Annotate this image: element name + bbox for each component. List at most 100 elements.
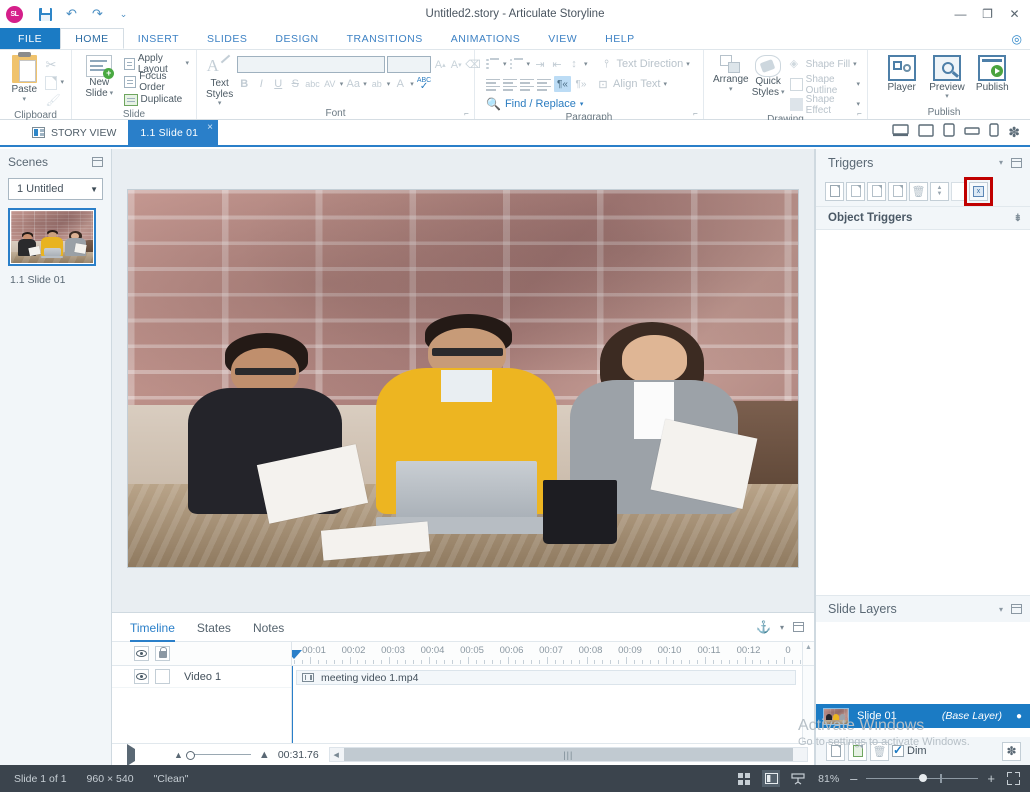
device-small-landscape-icon[interactable] (964, 125, 980, 139)
bullets-caret-icon[interactable]: ▾ (503, 61, 507, 68)
line-spacing-icon[interactable]: ↕ (567, 56, 581, 72)
redo-icon[interactable]: ↷ (89, 6, 106, 23)
scene-select-dropdown[interactable]: 1 Untitled ▼ (8, 178, 103, 200)
ribbon-tab-home[interactable]: HOME (60, 28, 124, 49)
zoom-in-timeline-icon[interactable]: ▲ (251, 749, 278, 761)
row-visibility-button[interactable] (134, 669, 149, 684)
layer-row-base[interactable]: Slide 01 (Base Layer) ● (816, 704, 1030, 728)
font-color-caret-icon[interactable]: ▾ (410, 81, 414, 88)
layers-menu-caret-icon[interactable]: ▾ (999, 605, 1003, 614)
new-layer-button[interactable] (826, 741, 845, 761)
ribbon-tab-help[interactable]: HELP (591, 28, 648, 49)
shape-outline-button[interactable]: Shape Outline ▾ (788, 74, 862, 96)
copy-caret-icon[interactable]: ▾ (60, 79, 64, 86)
timeline-row-video1[interactable]: Video 1 (112, 666, 291, 688)
show-hide-all-button[interactable] (134, 646, 149, 661)
ribbon-tab-insert[interactable]: INSERT (124, 28, 193, 49)
device-phone-icon[interactable] (989, 123, 999, 140)
shape-outline-caret-icon[interactable]: ▾ (856, 81, 860, 88)
ribbon-tab-design[interactable]: DESIGN (261, 28, 332, 49)
increase-indent-icon[interactable]: ⇤ (550, 56, 564, 72)
character-spacing-caret-icon[interactable]: ▾ (340, 81, 344, 88)
copy-trigger-button[interactable] (867, 181, 886, 201)
spell-check-icon[interactable]: ABC ✓ (417, 76, 431, 92)
grow-font-icon[interactable]: A ▴ (433, 57, 447, 73)
justify-icon[interactable] (537, 78, 551, 91)
ribbon-tab-transitions[interactable]: TRANSITIONS (333, 28, 437, 49)
character-spacing-icon[interactable]: AV (323, 76, 337, 92)
device-tablet-portrait-icon[interactable] (943, 123, 955, 140)
timeline-track-area[interactable]: meeting video 1.mp4 (292, 666, 802, 743)
layer-properties-gear-button[interactable]: ✽ (1002, 741, 1021, 761)
rtl-direction-icon[interactable]: ¶« (554, 76, 571, 92)
trigger-color-button[interactable] (951, 181, 967, 201)
play-button[interactable] (120, 743, 142, 766)
find-replace-label[interactable]: Find / Replace (505, 98, 576, 110)
save-icon[interactable] (37, 6, 54, 23)
slide-thumbnail-1-1[interactable] (8, 208, 96, 266)
row-lock-button[interactable] (155, 669, 170, 684)
timeline-zoom-slider[interactable] (185, 751, 251, 759)
format-painter-button[interactable]: 🖌 (43, 92, 66, 109)
align-text-caret-icon[interactable]: ▾ (664, 81, 668, 88)
player-settings-gear-icon[interactable]: ✽ (1008, 125, 1020, 139)
normal-view-button[interactable] (735, 770, 753, 787)
tab-notes[interactable]: Notes (253, 613, 284, 642)
timeline-vscroll-up[interactable]: ▲ (802, 642, 814, 665)
delete-layer-button[interactable]: 🗑 (870, 741, 889, 761)
edit-trigger-button[interactable] (846, 181, 865, 201)
story-view-tab[interactable]: STORY VIEW (20, 120, 128, 145)
new-slide-caret-icon[interactable]: ▾ (110, 90, 114, 97)
drawing-dialog-launcher[interactable]: ⌐ (855, 109, 864, 118)
timeline-menu-caret-icon[interactable]: ▾ (780, 623, 784, 632)
playhead-marker[interactable] (292, 650, 302, 659)
restore-button[interactable]: ❐ (974, 3, 1001, 25)
arrange-button[interactable]: Arrange ▾ (713, 53, 749, 93)
publish-button[interactable]: Publish (970, 53, 1015, 93)
align-text-label[interactable]: Align Text (613, 78, 661, 90)
lock-all-button[interactable] (155, 646, 170, 661)
canvas-video-object[interactable] (128, 190, 798, 567)
timeline-ruler[interactable]: 00:01 00:02 00:03 00:04 00:05 00:06 00:07 00:08… (292, 642, 802, 665)
storyline-orb-icon[interactable] (6, 5, 23, 23)
presenter-view-button[interactable] (789, 770, 807, 787)
customize-qat-icon[interactable]: ⌄ (115, 6, 132, 23)
fit-to-window-button[interactable] (1004, 770, 1022, 787)
ribbon-tab-view[interactable]: VIEW (534, 28, 591, 49)
scroll-thumb[interactable]: ||| (343, 748, 793, 761)
font-name-input[interactable] (237, 56, 386, 73)
slide-tab-1-1[interactable]: 1.1 Slide 01 × (128, 120, 219, 145)
undo-icon[interactable]: ↶ (63, 6, 80, 23)
timeline-anchor-icon[interactable]: ⚓ (756, 620, 771, 634)
font-dialog-launcher[interactable]: ⌐ (462, 109, 471, 118)
line-spacing-caret-icon[interactable]: ▾ (584, 61, 588, 68)
dim-checkbox[interactable] (892, 743, 904, 757)
quick-styles-button[interactable]: Quick Styles ▾ (752, 53, 785, 98)
duplicate-layer-button[interactable] (848, 741, 867, 761)
object-triggers-list[interactable] (816, 230, 1030, 595)
scroll-left-icon[interactable]: ◀ (330, 751, 343, 759)
collapse-section-icon[interactable]: ⇟ (1014, 213, 1022, 224)
bold-button[interactable]: B (237, 76, 251, 92)
close-icon[interactable]: × (207, 122, 213, 133)
zoom-out-button[interactable]: – (850, 771, 857, 786)
paste-trigger-button[interactable] (888, 181, 907, 201)
text-styles-caret-icon[interactable]: ▾ (218, 100, 222, 107)
align-left-icon[interactable] (486, 78, 500, 91)
chevron-down-icon[interactable]: ▼ (90, 185, 98, 194)
paragraph-dialog-launcher[interactable]: ⌐ (691, 109, 700, 118)
help-icon[interactable]: ◎ (1012, 32, 1022, 46)
minimize-button[interactable]: — (947, 3, 974, 25)
highlight-color-caret-icon[interactable]: ▾ (387, 81, 391, 88)
text-direction-caret-icon[interactable]: ▾ (686, 61, 690, 68)
quick-styles-caret-icon[interactable]: ▾ (781, 89, 785, 96)
ltr-direction-icon[interactable]: ¶» (574, 76, 588, 92)
timeline-horizontal-scrollbar[interactable]: ◀ ||| (328, 747, 808, 762)
cut-button[interactable]: ✂ (43, 56, 66, 73)
align-center-icon[interactable] (503, 78, 517, 91)
find-replace-caret-icon[interactable]: ▾ (580, 101, 584, 108)
apply-layout-button[interactable]: Apply Layout ▾ (122, 53, 191, 75)
zoom-slider[interactable] (866, 773, 979, 783)
font-size-input[interactable] (387, 56, 432, 73)
paste-button[interactable]: Paste ▾ (7, 52, 41, 103)
